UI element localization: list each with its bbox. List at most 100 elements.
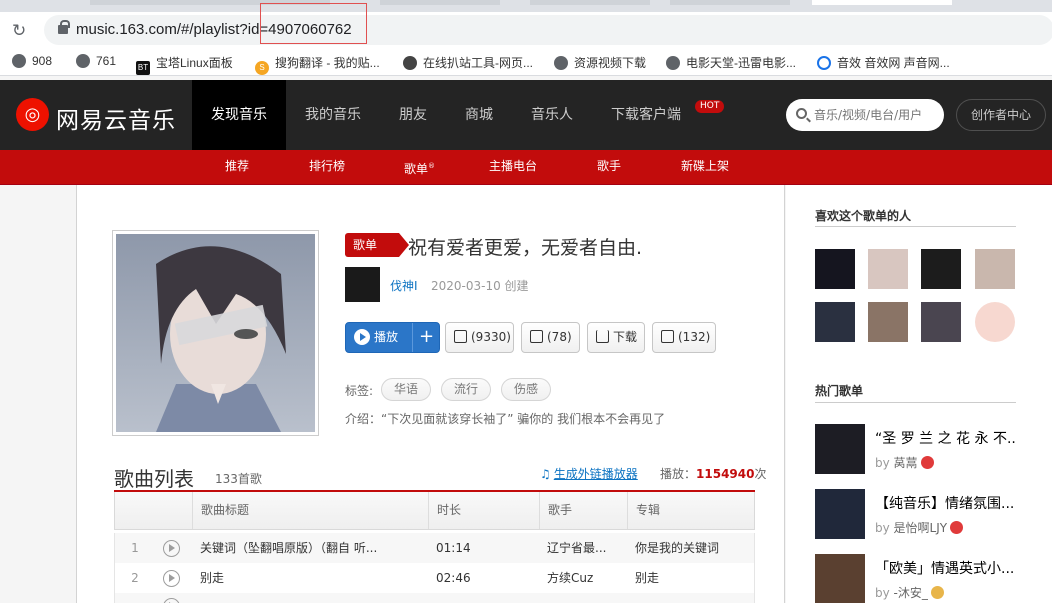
hot-playlist-cover[interactable] (815, 424, 865, 474)
nav-my-music[interactable]: 我的音乐 (286, 80, 380, 150)
table-row[interactable]: 2 别走 02:46 方续Cuz 别走 (114, 563, 755, 593)
reload-icon[interactable]: ↻ (12, 21, 26, 41)
nav-download-client[interactable]: 下载客户端 (592, 80, 700, 150)
nav-discover[interactable]: 发现音乐 (192, 80, 286, 150)
browser-tab[interactable] (380, 0, 500, 5)
search-input[interactable] (814, 106, 936, 124)
search-icon (796, 108, 807, 119)
hot-playlist-title[interactable]: 【纯音乐】情绪氛围... (875, 493, 1015, 513)
bookmarks-bar: 908 761 BT 宝塔Linux面板 S 搜狗翻译 - 我的贴... 在线扒站工… (0, 48, 1052, 76)
nav-musician[interactable]: 音乐人 (512, 80, 592, 150)
nav-store[interactable]: 商城 (446, 80, 512, 150)
bookmark-item[interactable]: 音效 音效网 声音网... (817, 54, 950, 70)
nav-friends[interactable]: 朋友 (380, 80, 446, 150)
bookmark-item[interactable]: 761 (76, 54, 116, 70)
sidebar-divider (815, 226, 1016, 227)
hot-playlist-title[interactable]: 「欧美」情遇英式小... (875, 558, 1015, 578)
subnav-radio[interactable]: 主播电台 (489, 150, 537, 184)
song-album[interactable]: 你是我的关键词 (635, 533, 753, 563)
tag-pill[interactable]: 伤感 (501, 378, 551, 401)
hot-playlist-author: by 莴蒚 (875, 454, 934, 471)
play-song-icon[interactable] (163, 598, 180, 603)
hot-badge: HOT (695, 100, 725, 113)
bookmark-item[interactable]: 电影天堂-迅雷电影... (666, 54, 796, 70)
fans-title: 喜欢这个歌单的人 (815, 209, 912, 223)
url-highlight-box (260, 3, 367, 44)
verified-badge-icon (950, 521, 964, 534)
fan-avatar[interactable] (815, 249, 855, 289)
fan-avatar[interactable] (815, 302, 855, 342)
playlist-intro: 介绍：“下次见面就该穿长袖了” 骗你的 我们根本不会再见了 (345, 412, 666, 426)
collect-button[interactable]: (9330) (445, 322, 514, 353)
bookmark-item[interactable]: 在线扒站工具-网页... (403, 54, 533, 70)
address-bar[interactable]: music.163.com/#/playlist?id=4907060762 (44, 3, 1052, 45)
song-title[interactable]: 关键词（坠翻唱原版）（翻自 听... (200, 533, 422, 563)
spider-icon (403, 56, 417, 70)
song-artist[interactable]: 方续Cuz (547, 563, 627, 593)
fan-avatar[interactable] (921, 249, 961, 289)
table-row[interactable]: 1 关键词（坠翻唱原版）（翻自 听... 01:14 辽宁省最... 你是我的关… (114, 533, 755, 563)
sogou-icon: S (255, 61, 269, 75)
share-button[interactable]: (78) (521, 322, 580, 353)
song-list-title: 歌曲列表 (114, 467, 194, 491)
subnav-playlists[interactable]: 歌单® (404, 150, 435, 184)
subnav-recommend[interactable]: 推荐 (225, 150, 249, 184)
tag-pill[interactable]: 流行 (441, 378, 491, 401)
play-song-icon[interactable] (163, 570, 180, 587)
playlist-cover[interactable] (112, 230, 319, 436)
created-date: 2020-03-10 创建 (431, 279, 529, 293)
creator-avatar[interactable] (345, 267, 380, 302)
song-duration: 01:14 (436, 541, 471, 555)
fan-avatar[interactable] (975, 302, 1015, 342)
browser-tab-active[interactable] (812, 0, 952, 5)
creator-name-link[interactable]: 伐神I (390, 277, 418, 294)
verified-badge-icon (930, 586, 944, 599)
song-album[interactable]: 别走 (635, 563, 753, 593)
col-duration: 时长 (428, 492, 539, 529)
song-index: 2 (131, 571, 139, 585)
download-button[interactable]: 下载 (587, 322, 645, 353)
browser-tab[interactable] (530, 0, 650, 5)
song-artist[interactable]: 辽宁省最... (547, 533, 627, 563)
col-album: 专辑 (627, 492, 755, 529)
cover-image (116, 234, 315, 432)
song-table-header: 歌曲标题 时长 歌手 专辑 (114, 492, 755, 530)
fan-avatar[interactable] (868, 302, 908, 342)
bookmark-item[interactable]: BT 宝塔Linux面板 (136, 54, 233, 75)
play-button[interactable]: 播放 (346, 323, 411, 352)
song-title[interactable]: 别走 (200, 563, 422, 593)
browser-tab[interactable] (670, 0, 790, 5)
bookmark-item[interactable]: 资源视频下载 (554, 54, 646, 70)
subnav-artists[interactable]: 歌手 (597, 150, 621, 184)
playlist-title: 祝有爱者更爱，无爱者自由. (408, 237, 643, 259)
bookmark-item[interactable]: 908 (12, 54, 52, 70)
hot-playlist-title[interactable]: “圣 罗 兰 之 花 永 不... (875, 428, 1015, 448)
hot-playlists-title: 热门歌单 (815, 384, 864, 398)
hot-playlist-author: by 是怡啊LJY (875, 519, 964, 536)
subnav-new-albums[interactable]: 新碟上架 (681, 150, 729, 184)
col-artist: 歌手 (539, 492, 627, 529)
outchain-player-link[interactable]: ♫ 生成外链播放器 (540, 465, 638, 482)
play-song-icon[interactable] (163, 540, 180, 557)
add-to-playlist-button[interactable]: + (412, 323, 440, 352)
sound-icon (817, 56, 831, 70)
logo-text: 网易云音乐 (56, 108, 176, 134)
search-box[interactable] (786, 99, 944, 131)
table-row[interactable] (114, 593, 755, 603)
creator-center-button[interactable]: 创作者中心 (956, 99, 1046, 131)
share-icon (530, 330, 543, 343)
fan-avatar[interactable] (868, 249, 908, 289)
comment-button[interactable]: (132) (652, 322, 716, 353)
bookmark-item[interactable]: S 搜狗翻译 - 我的贴... (255, 54, 380, 75)
folder-plus-icon (454, 330, 467, 343)
music-note-icon: ♫ (540, 467, 551, 481)
hot-playlist-cover[interactable] (815, 554, 865, 603)
tag-pill[interactable]: 华语 (381, 378, 431, 401)
playlist-tag: 歌单 (345, 233, 409, 257)
fan-avatar[interactable] (921, 302, 961, 342)
lock-icon[interactable] (58, 20, 70, 34)
hot-playlist-cover[interactable] (815, 489, 865, 539)
fan-avatar[interactable] (975, 249, 1015, 289)
sub-nav: 推荐 排行榜 歌单® 主播电台 歌手 新碟上架 (0, 150, 1052, 185)
subnav-charts[interactable]: 排行榜 (309, 150, 345, 184)
